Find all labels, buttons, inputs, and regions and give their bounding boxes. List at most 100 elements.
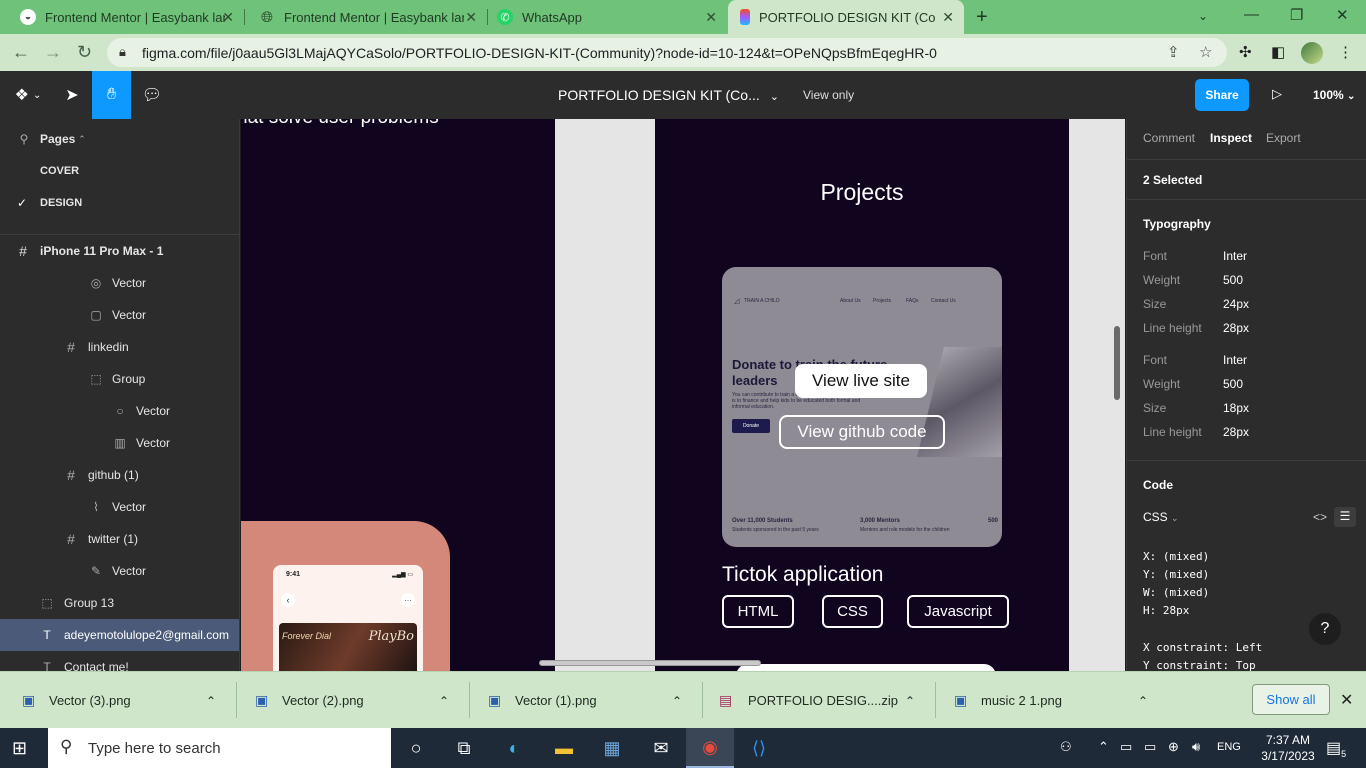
lock-icon[interactable]: 🔒︎ xyxy=(119,44,126,60)
profile-avatar[interactable] xyxy=(1301,42,1323,64)
side-panel-icon[interactable]: ◧ xyxy=(1271,43,1285,61)
canvas-vertical-scrollbar[interactable] xyxy=(1114,326,1120,400)
weight-value[interactable]: 500 xyxy=(1223,273,1243,287)
store-icon[interactable]: ▦ xyxy=(588,728,636,768)
close-tab-icon[interactable]: ✕ xyxy=(942,9,954,26)
view-live-site-button[interactable]: View live site xyxy=(795,364,927,398)
layer-frame-linkedin[interactable]: # linkedin xyxy=(0,331,239,363)
minimize-button[interactable]: — xyxy=(1244,6,1259,23)
chrome-menu-icon[interactable]: ⋮ xyxy=(1338,43,1353,61)
browser-tab-3[interactable]: ✆ WhatsApp ✕ xyxy=(477,0,727,34)
layer-frame-github[interactable]: # github (1) xyxy=(0,459,239,491)
font-value[interactable]: Inter xyxy=(1223,353,1247,367)
restore-button[interactable]: ❐ xyxy=(1290,6,1303,24)
tab-search-icon[interactable]: ⌄ xyxy=(1198,9,1208,23)
layer-vector[interactable]: ○ Vector xyxy=(0,395,239,427)
share-page-icon[interactable]: ⇪ xyxy=(1167,43,1180,61)
line-height-value[interactable]: 28px xyxy=(1223,425,1249,439)
document-title[interactable]: PORTFOLIO DESIGN KIT (Co... ⌄ xyxy=(558,87,779,103)
layer-group[interactable]: ⬚ Group xyxy=(0,363,239,395)
new-tab-button[interactable]: + xyxy=(976,6,988,29)
edge-browser-icon[interactable]: ◐ xyxy=(490,728,538,768)
move-tool-icon[interactable]: ➤ xyxy=(54,71,90,119)
layer-vector[interactable]: ▥ Vector xyxy=(0,427,239,459)
layer-text-contact[interactable]: T Contact me! xyxy=(0,651,239,671)
chevron-up-icon[interactable]: ⌃ xyxy=(75,134,89,145)
download-item[interactable]: ▣ Vector (1).png ⌃ xyxy=(469,672,702,729)
list-view-icon[interactable]: ☰ xyxy=(1334,507,1356,527)
size-value[interactable]: 18px xyxy=(1223,401,1249,415)
zoom-dropdown[interactable]: 100% ⌄ xyxy=(1313,88,1355,102)
line-height-value[interactable]: 28px xyxy=(1223,321,1249,335)
tag-html[interactable]: HTML xyxy=(722,595,794,628)
close-tab-icon[interactable]: ✕ xyxy=(705,9,717,26)
download-item[interactable]: ▣ music 2 1.png ⌃ xyxy=(935,672,1168,729)
page-item-design[interactable]: ✓ DESIGN xyxy=(0,187,239,219)
download-item[interactable]: ▣ Vector (3).png ⌃ xyxy=(0,672,236,729)
tray-chevron-up-icon[interactable]: ⌃ xyxy=(1098,739,1109,755)
close-tab-icon[interactable]: ✕ xyxy=(465,9,477,26)
chrome-icon[interactable]: ◉ xyxy=(686,728,734,768)
taskbar-search-box[interactable]: ⚲ Type here to search xyxy=(48,728,391,768)
browser-tab-1[interactable]: ◒ Frontend Mentor | Easybank landi ✕ xyxy=(0,0,244,34)
extensions-puzzle-icon[interactable]: ✣ xyxy=(1239,43,1252,61)
battery-icon[interactable]: ▭ xyxy=(1144,739,1156,755)
download-item[interactable]: ▣ Vector (2).png ⌃ xyxy=(236,672,469,729)
chevron-up-icon[interactable]: ⌃ xyxy=(206,694,216,708)
back-button[interactable]: ← xyxy=(12,42,30,63)
figma-main-menu-icon[interactable]: ❖ ⌄ xyxy=(8,71,48,119)
people-icon[interactable]: ⚇ xyxy=(1060,739,1072,755)
tab-comment[interactable]: Comment xyxy=(1143,131,1195,145)
share-button[interactable]: Share xyxy=(1195,79,1249,111)
search-icon[interactable]: ⚲ xyxy=(17,132,31,146)
forward-button[interactable]: → xyxy=(44,42,62,63)
code-view-icon[interactable]: <> xyxy=(1313,510,1327,524)
pages-header[interactable]: ⚲ Pages ⌃ xyxy=(0,123,239,155)
comment-tool-icon[interactable]: 💬︎ xyxy=(134,71,170,119)
tab-export[interactable]: Export xyxy=(1266,131,1301,145)
weight-value[interactable]: 500 xyxy=(1223,377,1243,391)
code-language-dropdown[interactable]: CSS ⌄ xyxy=(1143,510,1179,524)
close-window-button[interactable]: ✕ xyxy=(1336,6,1349,24)
browser-tab-4-active[interactable]: PORTFOLIO DESIGN KIT (Commu ✕ xyxy=(728,0,964,34)
task-view-icon[interactable]: ⧉ xyxy=(440,728,488,768)
close-tab-icon[interactable]: ✕ xyxy=(222,9,234,26)
close-downloads-icon[interactable]: ✕ xyxy=(1340,690,1353,710)
bookmark-star-icon[interactable]: ☆ xyxy=(1199,43,1212,61)
notification-center-icon[interactable]: ▤5 xyxy=(1326,738,1346,759)
help-button[interactable]: ? xyxy=(1309,613,1341,645)
layer-vector[interactable]: ▢ Vector xyxy=(0,299,239,331)
chevron-up-icon[interactable]: ⌃ xyxy=(905,694,915,708)
tag-javascript[interactable]: Javascript xyxy=(907,595,1009,628)
font-value[interactable]: Inter xyxy=(1223,249,1247,263)
tab-inspect[interactable]: Inspect xyxy=(1210,131,1252,145)
vscode-icon[interactable]: ⟨⟩ xyxy=(735,728,783,768)
mail-icon[interactable]: ✉ xyxy=(637,728,685,768)
project-preview-card[interactable]: ◿ TRAIN A CHILD About Us Projects FAQs C… xyxy=(722,267,1002,547)
device-icon[interactable]: ▭ xyxy=(1120,739,1132,755)
canvas-horizontal-scrollbar[interactable] xyxy=(539,660,761,666)
layer-frame-twitter[interactable]: # twitter (1) xyxy=(0,523,239,555)
size-value[interactable]: 24px xyxy=(1223,297,1249,311)
layer-frame-iphone[interactable]: # iPhone 11 Pro Max - 1 xyxy=(0,235,239,267)
browser-tab-2[interactable]: 🌐︎ Frontend Mentor | Easybank landi ✕ xyxy=(239,0,487,34)
layer-text-email[interactable]: T adeyemotolulope2@gmail.com xyxy=(0,619,239,651)
view-github-code-button[interactable]: View github code xyxy=(779,415,945,449)
file-explorer-icon[interactable]: ▬ xyxy=(540,728,588,768)
volume-icon[interactable]: 🔊︎ xyxy=(1192,739,1200,755)
taskbar-clock[interactable]: 7:37 AM 3/17/2023 xyxy=(1252,732,1324,764)
design-canvas[interactable]: hat solve user problems 9:41 ▂▄▆ ▭ ‹ … F… xyxy=(241,119,1125,671)
hand-tool-icon[interactable]: ✋︎ xyxy=(92,71,131,119)
address-bar[interactable]: 🔒︎ figma.com/file/j0aau5Gl3LMajAQYCaSolo… xyxy=(107,38,1227,67)
present-play-icon[interactable]: ▷ xyxy=(1272,86,1282,102)
windows-start-icon[interactable]: ⊞ xyxy=(12,738,27,759)
reload-button[interactable]: ↻ xyxy=(77,42,92,63)
chevron-up-icon[interactable]: ⌃ xyxy=(439,694,449,708)
layer-group-13[interactable]: ⬚ Group 13 xyxy=(0,587,239,619)
page-item-cover[interactable]: COVER xyxy=(0,155,239,187)
show-all-downloads-button[interactable]: Show all xyxy=(1252,684,1330,715)
layer-vector[interactable]: ◎ Vector xyxy=(0,267,239,299)
layer-vector[interactable]: ⌇ Vector xyxy=(0,491,239,523)
language-indicator[interactable]: ENG xyxy=(1217,741,1241,753)
network-globe-icon[interactable]: ⊕ xyxy=(1168,739,1179,755)
